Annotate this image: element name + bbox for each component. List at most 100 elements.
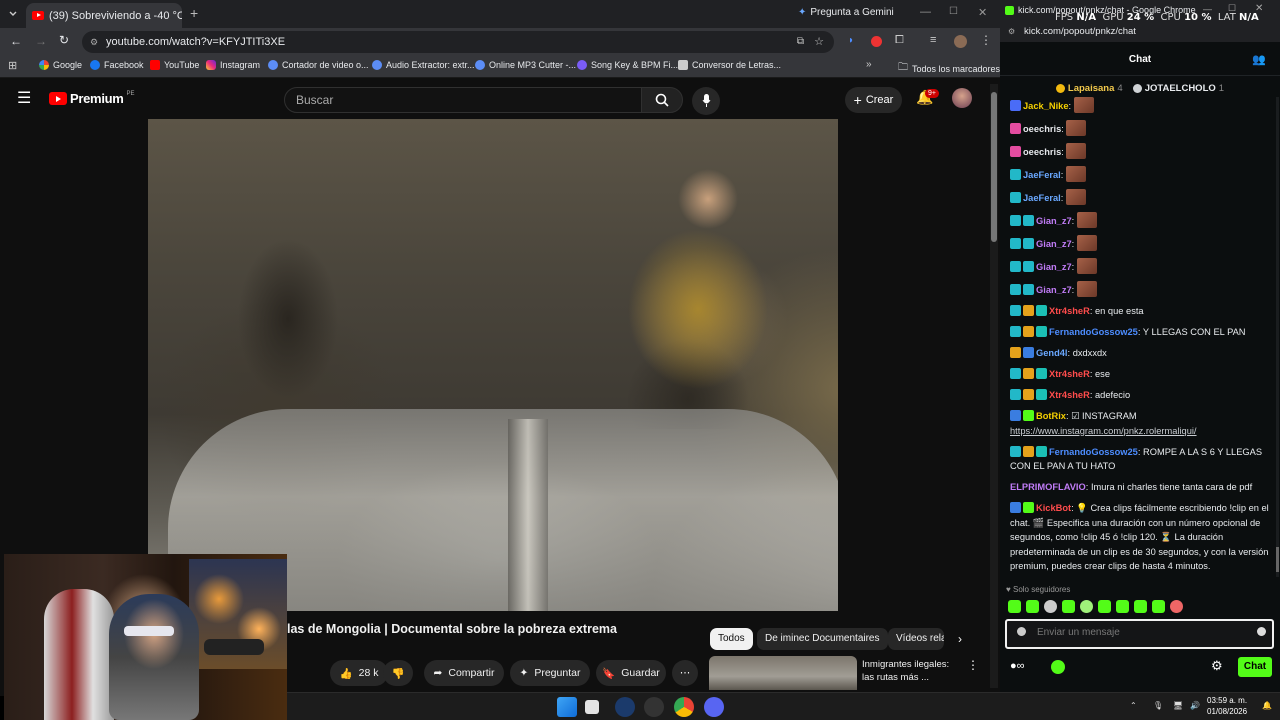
chat-badge-icon[interactable] — [1010, 261, 1021, 272]
minimize-button[interactable]: — — [920, 6, 931, 18]
gifter-2[interactable]: JOTAELCHOLO 1 — [1132, 83, 1224, 94]
gifter-1[interactable]: Lapaisana 4 — [1055, 83, 1123, 94]
cast-icon[interactable]: ⧉ — [797, 31, 804, 53]
chat-message-link[interactable]: https://www.instagram.com/pnkz.rolermali… — [1010, 426, 1197, 436]
chat-username[interactable]: Xtr4sheR — [1049, 369, 1090, 379]
tab-search-icon[interactable] — [8, 9, 18, 19]
chat-scrollbar[interactable] — [1276, 97, 1279, 577]
chat-username[interactable]: Xtr4sheR — [1049, 306, 1090, 316]
apps-grid-icon[interactable]: ⊞ — [8, 59, 17, 72]
bookmark-google[interactable]: Google — [39, 60, 82, 70]
bookmark-conversor[interactable]: Conversor de Letras... — [678, 60, 781, 70]
related-video-thumbnail[interactable] — [709, 656, 857, 690]
bookmark-video-cutter[interactable]: Cortador de video o... — [268, 60, 369, 70]
chat-badge-icon[interactable] — [1036, 389, 1047, 400]
bookmark-facebook[interactable]: Facebook — [90, 60, 144, 70]
close-window-button[interactable]: ✕ — [978, 6, 987, 19]
chat-username[interactable]: FernandoGossow25 — [1049, 447, 1138, 457]
chat-infinity-icon[interactable]: ●∞ — [1010, 660, 1025, 672]
chat-gear-icon[interactable]: ⚙ — [1211, 658, 1223, 674]
taskbar-clock[interactable]: 03:59 a. m. 01/08/2026 — [1207, 695, 1247, 717]
chat-badge-icon[interactable] — [1010, 146, 1021, 157]
chat-username[interactable]: JaeFeral — [1023, 193, 1061, 203]
maximize-button[interactable]: ☐ — [949, 6, 958, 17]
address-bar[interactable]: ⚙ youtube.com/watch?v=KFYJTITi3XE ⧉ ☆ — [82, 31, 834, 53]
chat-badge-icon[interactable] — [1023, 215, 1034, 226]
emote-icon-10[interactable] — [1170, 600, 1183, 613]
chat-badge-icon[interactable] — [1023, 502, 1034, 513]
account-avatar[interactable] — [952, 88, 972, 108]
more-actions-button[interactable]: ⋯ — [672, 660, 698, 686]
chat-username[interactable]: Gian_z7 — [1036, 285, 1072, 295]
chat-badge-icon[interactable] — [1010, 305, 1021, 316]
search-input[interactable]: Buscar — [284, 87, 642, 113]
chat-username[interactable]: oeechris — [1023, 124, 1061, 134]
voice-search-button[interactable] — [692, 87, 720, 115]
chat-username[interactable]: Jack_Nike — [1023, 101, 1069, 111]
chat-badge-icon[interactable] — [1023, 238, 1034, 249]
bookmark-star-icon[interactable]: ☆ — [814, 31, 824, 53]
bookmark-mp3-cutter[interactable]: Online MP3 Cutter -... — [475, 60, 576, 70]
chat-badge-icon[interactable] — [1036, 305, 1047, 316]
share-button[interactable]: ➦ Compartir — [424, 660, 504, 686]
extension-icon-2[interactable] — [871, 36, 882, 47]
chat-badge-icon[interactable] — [1010, 389, 1021, 400]
chat-badge-icon[interactable] — [1010, 502, 1021, 513]
chat-message-input[interactable]: Enviar un mensaje — [1005, 619, 1274, 649]
tray-mic-icon[interactable]: 🎙 — [1153, 701, 1163, 710]
chat-username[interactable]: ELPRIMOFLAVIO — [1010, 482, 1086, 492]
chip-documentaires[interactable]: De iminec Documentaires — [757, 628, 888, 650]
chat-username[interactable]: FernandoGossow25 — [1049, 327, 1138, 337]
like-button[interactable]: 👍 28 k — [330, 660, 388, 686]
reload-icon[interactable]: ↻ — [59, 33, 69, 47]
youtube-premium-logo[interactable]: Premium PE — [49, 91, 135, 106]
related-video-title[interactable]: Inmigrantes ilegales: las rutas más ... — [862, 658, 949, 684]
chat-username[interactable]: Gian_z7 — [1036, 262, 1072, 272]
chat-badge-icon[interactable] — [1036, 326, 1047, 337]
chat-badge-icon[interactable] — [1010, 445, 1021, 457]
chat-username[interactable]: Gian_z7 — [1036, 239, 1072, 249]
emoji-picker-icon[interactable] — [1257, 627, 1266, 636]
tray-chevron-icon[interactable]: ⌃ — [1130, 701, 1137, 710]
dislike-button[interactable]: 👎 — [383, 660, 413, 686]
chat-badge-icon[interactable] — [1036, 368, 1047, 379]
chrome-icon[interactable] — [674, 697, 694, 717]
new-tab-button[interactable]: + — [190, 5, 198, 21]
chat-badge-icon[interactable] — [1023, 445, 1034, 457]
chat-username[interactable]: oeechris — [1023, 147, 1061, 157]
bookmark-instagram[interactable]: Instagram — [206, 60, 260, 70]
forward-icon[interactable]: → — [35, 34, 47, 48]
chat-badge-icon[interactable] — [1023, 326, 1034, 337]
emote-icon-4[interactable] — [1062, 600, 1075, 613]
search-button[interactable] — [641, 87, 683, 113]
chip-related-videos[interactable]: Vídeos rela — [888, 628, 944, 650]
chat-badge-icon[interactable] — [1023, 389, 1034, 400]
profile-avatar-icon[interactable] — [954, 35, 967, 48]
gemini-button[interactable]: ✦ Pregunta a Gemini — [798, 7, 894, 18]
emote-icon-3[interactable] — [1044, 600, 1057, 613]
emote-icon-6[interactable] — [1098, 600, 1111, 613]
chat-settings-icon[interactable] — [1017, 627, 1026, 636]
chat-send-button[interactable]: Chat — [1238, 657, 1272, 677]
file-explorer-icon[interactable] — [585, 700, 599, 714]
chat-username[interactable]: Gend4l — [1036, 348, 1068, 358]
save-button[interactable]: 🔖 Guardar — [596, 660, 666, 686]
emote-icon-8[interactable] — [1134, 600, 1147, 613]
site-info-icon[interactable]: ⚙ — [90, 31, 98, 53]
discord-icon[interactable] — [704, 697, 724, 717]
notifications-icon[interactable]: 🔔 — [1262, 701, 1272, 710]
chat-badge-icon[interactable] — [1010, 368, 1021, 379]
bookmark-audio-extractor[interactable]: Audio Extractor: extr... — [372, 60, 475, 70]
chat-badge-icon[interactable] — [1010, 215, 1021, 226]
extensions-icon[interactable]: ⧠ — [895, 34, 904, 47]
chat-username[interactable]: KickBot — [1036, 503, 1071, 513]
bookmark-youtube[interactable]: YouTube — [150, 60, 199, 70]
chat-username[interactable]: BotRix — [1036, 411, 1066, 421]
tray-volume-icon[interactable]: 🔊 — [1190, 701, 1200, 710]
chat-username[interactable]: Gian_z7 — [1036, 216, 1072, 226]
emote-icon-5[interactable] — [1080, 600, 1093, 613]
back-icon[interactable]: ← — [10, 34, 22, 48]
chat-badge-icon[interactable] — [1023, 261, 1034, 272]
kick-site-info-icon[interactable]: ⚙ — [1008, 27, 1015, 36]
chat-badge-icon[interactable] — [1010, 326, 1021, 337]
